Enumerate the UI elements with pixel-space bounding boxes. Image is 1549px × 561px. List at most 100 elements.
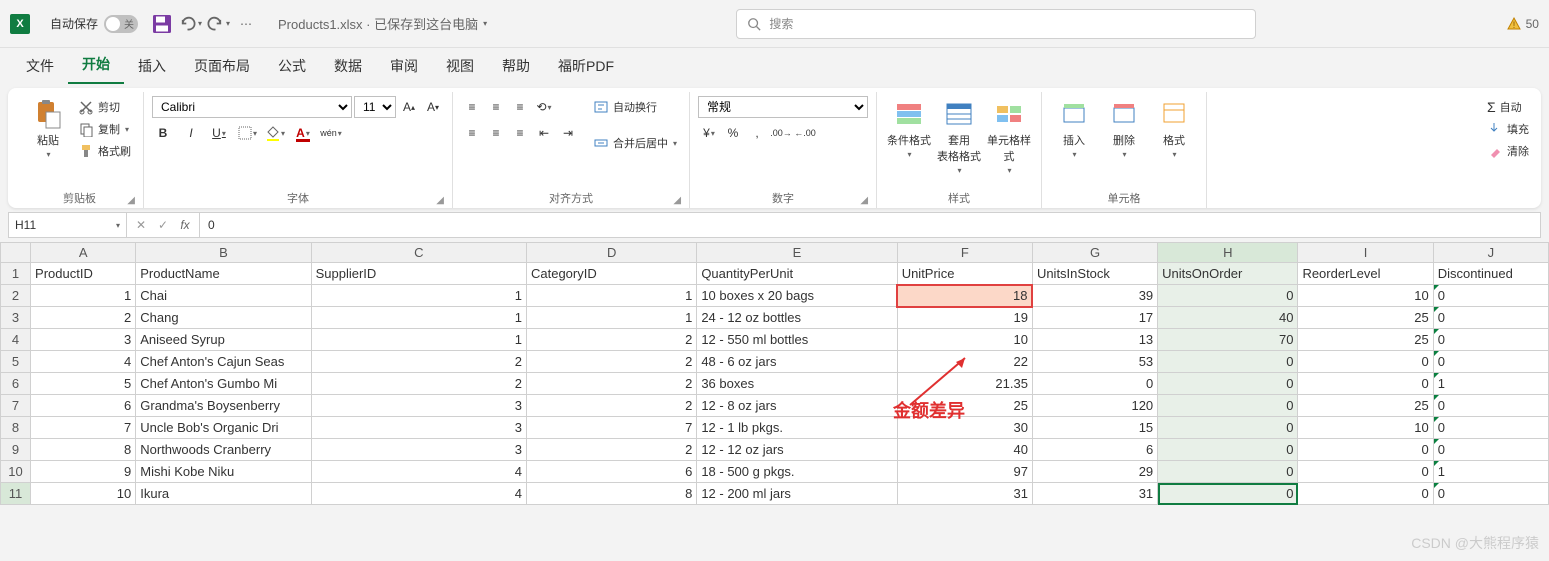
bold-button[interactable]: B [152,122,174,144]
cut-button[interactable]: 剪切 [74,96,135,118]
cell-A1[interactable]: ProductID [31,263,136,285]
cell-E11[interactable]: 12 - 200 ml jars [697,483,897,505]
cell-G8[interactable]: 15 [1032,417,1157,439]
increase-indent-icon[interactable]: ⇥ [557,122,579,144]
tab-data[interactable]: 数据 [320,48,376,84]
currency-icon[interactable]: ¥▾ [698,122,720,144]
cell-F5[interactable]: 22 [897,351,1032,373]
cell-I5[interactable]: 0 [1298,351,1433,373]
row-header-4[interactable]: 4 [1,329,31,351]
row-header-7[interactable]: 7 [1,395,31,417]
cell-I8[interactable]: 10 [1298,417,1433,439]
document-title[interactable]: Products1.xlsx · 已保存到这台电脑▾ [278,14,487,33]
cell-I4[interactable]: 25 [1298,329,1433,351]
row-header-8[interactable]: 8 [1,417,31,439]
cell-J8[interactable]: 0 [1433,417,1548,439]
toggle-switch[interactable]: 关 [104,15,138,33]
cell-E1[interactable]: QuantityPerUnit [697,263,897,285]
cell-F6[interactable]: 21.35 [897,373,1032,395]
cell-E4[interactable]: 12 - 550 ml bottles [697,329,897,351]
decrease-decimal-icon[interactable]: ←.00 [794,122,816,144]
cell-D5[interactable]: 2 [526,351,696,373]
cell-B9[interactable]: Northwoods Cranberry [136,439,311,461]
tab-view[interactable]: 视图 [432,48,488,84]
cell-D3[interactable]: 1 [526,307,696,329]
col-header-G[interactable]: G [1032,243,1157,263]
col-header-I[interactable]: I [1298,243,1433,263]
tab-file[interactable]: 文件 [12,48,68,84]
cell-G11[interactable]: 31 [1032,483,1157,505]
cell-H8[interactable]: 0 [1158,417,1298,439]
col-header-A[interactable]: A [31,243,136,263]
cell-B6[interactable]: Chef Anton's Gumbo Mi [136,373,311,395]
cell-B8[interactable]: Uncle Bob's Organic Dri [136,417,311,439]
cell-C6[interactable]: 2 [311,373,526,395]
cell-I11[interactable]: 0 [1298,483,1433,505]
orientation-icon[interactable]: ⟲▾ [533,96,555,118]
tab-insert[interactable]: 插入 [124,48,180,84]
align-launcher-icon[interactable]: ◢ [673,195,681,206]
cell-G1[interactable]: UnitsInStock [1032,263,1157,285]
save-icon[interactable] [150,12,174,36]
font-launcher-icon[interactable]: ◢ [436,195,444,206]
cell-I6[interactable]: 0 [1298,373,1433,395]
cell-G2[interactable]: 39 [1032,285,1157,307]
cell-F7[interactable]: 25 [897,395,1032,417]
tab-review[interactable]: 审阅 [376,48,432,84]
font-color-button[interactable]: A▾ [292,122,314,144]
fill-color-button[interactable]: ▾ [264,122,286,144]
cell-J2[interactable]: 0 [1433,285,1548,307]
cell-H3[interactable]: 40 [1158,307,1298,329]
spreadsheet-grid[interactable]: ABCDEFGHIJ1ProductIDProductNameSupplierI… [0,242,1549,505]
cell-E2[interactable]: 10 boxes x 20 bags [697,285,897,307]
cell-G10[interactable]: 29 [1032,461,1157,483]
tab-foxit-pdf[interactable]: 福昕PDF [544,48,628,84]
italic-button[interactable]: I [180,122,202,144]
merge-center-button[interactable]: 合并后居中▾ [589,132,681,154]
row-header-9[interactable]: 9 [1,439,31,461]
cell-J5[interactable]: 0 [1433,351,1548,373]
format-cells-button[interactable]: 格式▾ [1150,96,1198,161]
cell-A3[interactable]: 2 [31,307,136,329]
cell-E3[interactable]: 24 - 12 oz bottles [697,307,897,329]
cell-styles-button[interactable]: 单元格样式▾ [985,96,1033,177]
align-bottom-icon[interactable]: ≡ [509,96,531,118]
cell-B7[interactable]: Grandma's Boysenberry [136,395,311,417]
cell-F10[interactable]: 97 [897,461,1032,483]
conditional-format-button[interactable]: 条件格式▾ [885,96,933,161]
cell-F1[interactable]: UnitPrice [897,263,1032,285]
row-header-2[interactable]: 2 [1,285,31,307]
align-center-icon[interactable]: ≡ [485,122,507,144]
cell-D9[interactable]: 2 [526,439,696,461]
cell-I10[interactable]: 0 [1298,461,1433,483]
cell-B4[interactable]: Aniseed Syrup [136,329,311,351]
undo-icon[interactable]: ▾ [178,12,202,36]
cell-A10[interactable]: 9 [31,461,136,483]
cell-J7[interactable]: 0 [1433,395,1548,417]
cell-A6[interactable]: 5 [31,373,136,395]
cell-D7[interactable]: 2 [526,395,696,417]
comma-icon[interactable]: , [746,122,768,144]
clear-button[interactable]: 清除 [1483,140,1533,162]
warning-indicator[interactable]: ! 50 [1506,16,1539,32]
decrease-font-icon[interactable]: A▾ [422,96,444,118]
wrap-text-button[interactable]: 自动换行 [589,96,681,118]
cell-E6[interactable]: 36 boxes [697,373,897,395]
cell-H6[interactable]: 0 [1158,373,1298,395]
cell-D4[interactable]: 2 [526,329,696,351]
cell-F9[interactable]: 40 [897,439,1032,461]
col-header-B[interactable]: B [136,243,311,263]
font-size-select[interactable]: 11 [354,96,396,118]
col-header-E[interactable]: E [697,243,897,263]
font-name-select[interactable]: Calibri [152,96,352,118]
cell-I9[interactable]: 0 [1298,439,1433,461]
autosave-toggle[interactable]: 自动保存 关 [50,15,138,33]
cell-J9[interactable]: 0 [1433,439,1548,461]
phonetic-button[interactable]: wén▾ [320,122,342,144]
copy-button[interactable]: 复制▾ [74,118,135,140]
increase-font-icon[interactable]: A▴ [398,96,420,118]
redo-icon[interactable]: ▾ [206,12,230,36]
cell-H10[interactable]: 0 [1158,461,1298,483]
cell-C10[interactable]: 4 [311,461,526,483]
col-header-J[interactable]: J [1433,243,1548,263]
